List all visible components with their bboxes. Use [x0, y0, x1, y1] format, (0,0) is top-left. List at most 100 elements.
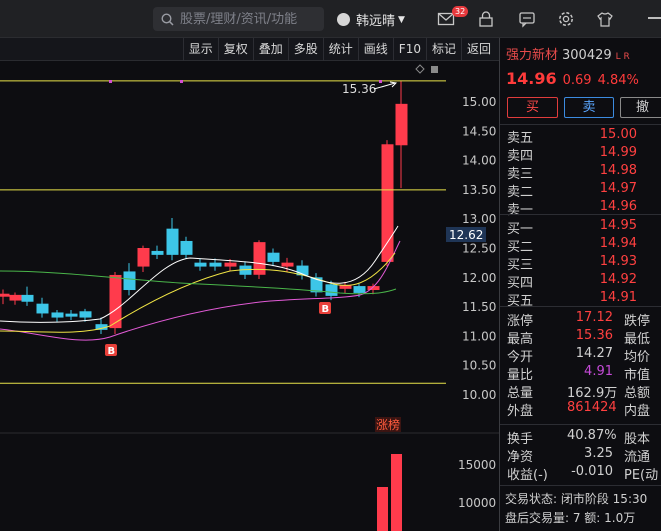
price-tick: 12.50: [462, 242, 496, 256]
volume-bar: [391, 454, 402, 531]
horizontal-levels: [0, 80, 499, 434]
price-tick: 10.00: [462, 388, 496, 402]
ask-value: 14.98: [599, 163, 637, 178]
cancel-order-button[interactable]: 撤: [620, 97, 661, 118]
bid-value: 14.94: [599, 236, 637, 251]
stat2-label-right: PE(动: [624, 468, 659, 483]
divider: [500, 214, 661, 215]
stat-label: 外盘: [507, 404, 534, 419]
message-icon[interactable]: [518, 10, 536, 28]
stat-label: 总量: [507, 386, 534, 401]
candle-body: [325, 284, 338, 296]
price-tick: 11.00: [462, 329, 496, 343]
ask-label: 卖一: [507, 203, 534, 218]
price-tick: 14.00: [462, 154, 496, 168]
kline-chart[interactable]: 15.00 14.50 14.00 13.50 13.00 12.50 12.00 11.50…: [0, 61, 499, 531]
candle-body: [137, 248, 150, 267]
overlay-button[interactable]: 叠加: [252, 38, 288, 61]
volume-bar: [377, 487, 388, 531]
bid-value: 14.95: [599, 218, 637, 233]
stat-row: 今开 14.27 均价: [507, 346, 661, 365]
b-mark-label: B: [108, 346, 116, 357]
adjust-button[interactable]: 复权: [217, 38, 253, 61]
bid-label: 买一: [507, 222, 534, 237]
stat-value: 4.91: [584, 364, 613, 379]
stock-name: 强力新材: [506, 48, 559, 63]
price-tick: 12.00: [462, 271, 496, 285]
stat-label: 最高: [507, 332, 534, 347]
divider: [500, 485, 661, 486]
minimize-button[interactable]: [648, 17, 661, 19]
candlesticks: [0, 80, 408, 335]
display-button[interactable]: 显示: [182, 38, 218, 61]
b-mark[interactable]: B: [105, 344, 117, 357]
skin-icon[interactable]: [596, 10, 614, 28]
price-tick: 13.00: [462, 212, 496, 226]
stat-value: 861424: [567, 400, 617, 415]
user-menu[interactable]: 韩远晴 ▼: [337, 10, 405, 29]
stat-label-right: 均价: [624, 350, 651, 365]
ask-label: 卖二: [507, 185, 534, 200]
zhangbang-label: 涨榜: [376, 417, 400, 432]
statistics-button[interactable]: 统计: [322, 38, 358, 61]
event-dot: [379, 80, 382, 83]
stat2-value: 40.87%: [567, 428, 617, 443]
event-dot: [180, 80, 183, 83]
ask-row: 卖四 14.99: [507, 145, 661, 164]
divider: [500, 306, 661, 307]
bid-row: 买四 14.92: [507, 272, 661, 291]
mail-badge: 32: [452, 6, 469, 17]
stat2-label: 换手: [507, 432, 534, 447]
bid-row: 买二 14.94: [507, 236, 661, 255]
b-mark[interactable]: B: [319, 302, 331, 315]
stat-value: 17.12: [575, 310, 613, 325]
moving-average-lines: [0, 225, 401, 341]
bid-value: 14.93: [599, 254, 637, 269]
price-tick: 11.50: [462, 300, 496, 314]
volume-tick: 15000: [458, 458, 496, 472]
bid-row: 买五 14.91: [507, 290, 661, 309]
candle-body: [0, 293, 10, 297]
stat-label-right: 跌停: [624, 314, 651, 329]
candle-body: [281, 262, 294, 267]
multi-stock-button[interactable]: 多股: [287, 38, 323, 61]
candle-body: [209, 262, 222, 267]
square-icon: [431, 66, 438, 73]
draw-line-button[interactable]: 画线: [357, 38, 393, 61]
chevron-down-icon: ▼: [398, 14, 405, 25]
gear-icon[interactable]: [557, 10, 575, 28]
divider: [500, 124, 661, 125]
candle-body: [166, 228, 179, 255]
buy-button[interactable]: 买: [507, 97, 558, 118]
mark-button[interactable]: 标记: [425, 38, 461, 61]
stat-label-right: 最低: [624, 332, 651, 347]
stat2-row: 换手 40.87% 股本: [507, 428, 661, 447]
ask-value: 15.00: [599, 127, 637, 142]
bid-value: 14.91: [599, 290, 637, 305]
quote-panel: 强力新材 300429 L R 14.96 0.69 4.84% 买 卖 撤 卖五 15.…: [500, 38, 661, 531]
ask-value: 14.96: [599, 199, 637, 214]
lock-icon[interactable]: [477, 10, 495, 28]
stat-value: 14.27: [575, 346, 613, 361]
b-mark-label: B: [322, 304, 330, 315]
stat-label-right: 市值: [624, 368, 651, 383]
stat2-value: -0.010: [571, 464, 613, 479]
last-price: 14.96: [506, 69, 557, 88]
candle-body: [79, 311, 92, 318]
search-input[interactable]: [180, 11, 320, 27]
stock-header: 强力新材 300429 L R: [506, 44, 630, 63]
bid-label: 买四: [507, 276, 534, 291]
stat-label: 量比: [507, 368, 534, 383]
bid-row: 买一 14.95: [507, 218, 661, 237]
stat2-row: 收益(-) -0.010 PE(动: [507, 464, 661, 483]
back-button[interactable]: 返回: [460, 38, 496, 61]
candle-body: [65, 313, 78, 317]
volume-tick: 10000: [458, 496, 496, 510]
stat-label: 涨停: [507, 314, 534, 329]
f10-button[interactable]: F10: [392, 38, 426, 61]
ask-value: 14.99: [599, 145, 637, 160]
search-box[interactable]: [153, 7, 324, 31]
user-name: 韩远晴: [356, 14, 396, 29]
sell-button[interactable]: 卖: [564, 97, 614, 118]
diamond-icon: [415, 64, 425, 74]
